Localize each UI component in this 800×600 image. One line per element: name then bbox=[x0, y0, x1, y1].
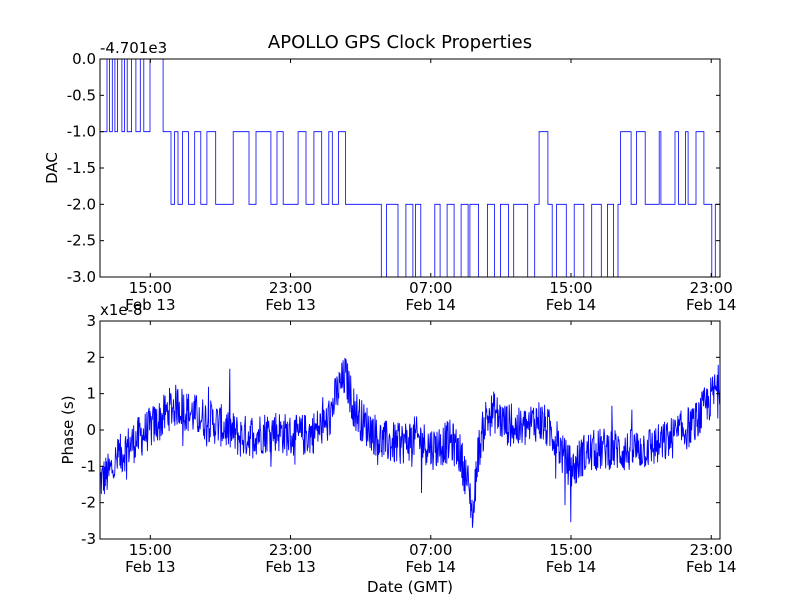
dac-ytick-label: -1.0 bbox=[67, 123, 96, 141]
phase-xtick-time-label: 23:00 bbox=[269, 541, 312, 559]
dac-xtick-time-label: 23:00 bbox=[690, 279, 733, 297]
phase-ytick-label: 3 bbox=[86, 312, 96, 330]
dac-xtick-date-label: Feb 14 bbox=[406, 296, 456, 314]
dac-offset-text: -4.701e3 bbox=[100, 39, 167, 57]
phase-xtick-date-label: Feb 14 bbox=[546, 558, 596, 576]
phase-ytick-label: 1 bbox=[86, 385, 96, 403]
dac-xtick-date-label: Feb 13 bbox=[265, 296, 315, 314]
dac-ytick-label: -2.0 bbox=[67, 195, 96, 213]
dac-panel: 0.0-0.5-1.0-1.5-2.0-2.5-3.015:00Feb 1323… bbox=[43, 39, 736, 314]
dac-ytick-label: -2.5 bbox=[67, 232, 96, 250]
phase-xlabel: Date (GMT) bbox=[367, 578, 453, 596]
dac-xtick-date-label: Feb 14 bbox=[546, 296, 596, 314]
dac-xtick-time-label: 15:00 bbox=[549, 279, 592, 297]
figure-canvas: 0.0-0.5-1.0-1.5-2.0-2.5-3.015:00Feb 1323… bbox=[43, 39, 736, 596]
phase-ytick-label: 0 bbox=[86, 421, 96, 439]
phase-ytick-label: -1 bbox=[81, 457, 96, 475]
phase-panel: 3210-1-2-315:00Feb 1323:00Feb 1307:00Feb… bbox=[59, 301, 736, 596]
phase-xtick-time-label: 07:00 bbox=[409, 541, 452, 559]
dac-xtick-date-label: Feb 14 bbox=[686, 296, 736, 314]
dac-plot-area bbox=[100, 59, 720, 277]
dac-ytick-label: -1.5 bbox=[67, 159, 96, 177]
phase-xtick-date-label: Feb 13 bbox=[125, 558, 175, 576]
dac-xtick-time-label: 15:00 bbox=[129, 279, 172, 297]
phase-offset-text: x1e-8 bbox=[100, 301, 143, 319]
dac-ylabel: DAC bbox=[43, 152, 61, 184]
phase-xtick-date-label: Feb 13 bbox=[265, 558, 315, 576]
phase-xtick-time-label: 15:00 bbox=[549, 541, 592, 559]
phase-ytick-label: 2 bbox=[86, 348, 96, 366]
phase-ytick-label: -2 bbox=[81, 494, 96, 512]
phase-xtick-time-label: 23:00 bbox=[690, 541, 733, 559]
dac-xtick-time-label: 23:00 bbox=[269, 279, 312, 297]
phase-xtick-time-label: 15:00 bbox=[129, 541, 172, 559]
phase-xtick-date-label: Feb 14 bbox=[406, 558, 456, 576]
phase-xtick-date-label: Feb 14 bbox=[686, 558, 736, 576]
phase-ytick-label: -3 bbox=[81, 530, 96, 548]
dac-ytick-label: 0.0 bbox=[72, 50, 96, 68]
dac-ytick-label: -0.5 bbox=[67, 86, 96, 104]
dac-xtick-time-label: 07:00 bbox=[409, 279, 452, 297]
dac-ytick-label: -3.0 bbox=[67, 268, 96, 286]
phase-ylabel: Phase (s) bbox=[59, 395, 77, 464]
